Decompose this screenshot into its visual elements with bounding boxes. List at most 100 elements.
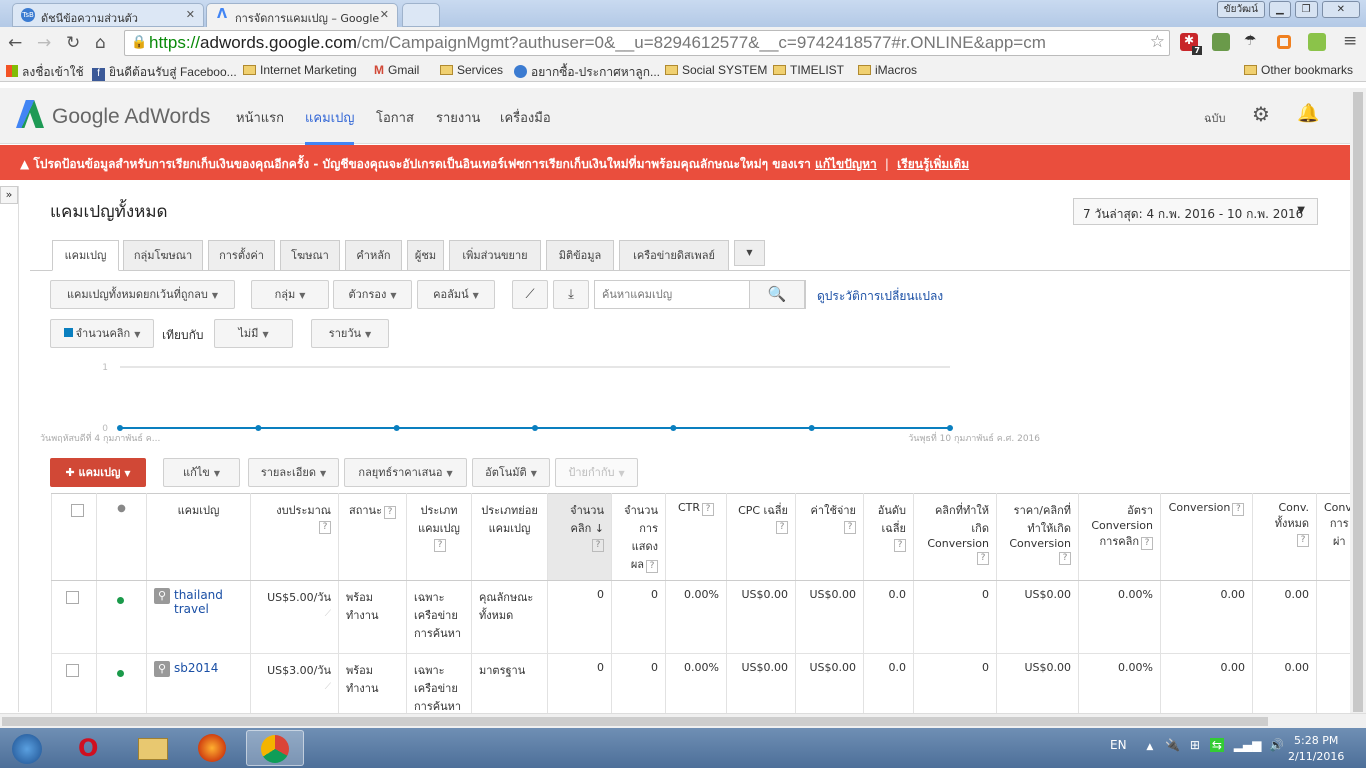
tab-settings[interactable]: การตั้งค่า bbox=[208, 240, 275, 271]
campaign-status-filter[interactable]: แคมเปญทั้งหมดยกเว้นที่ถูกลบ ▼ bbox=[50, 280, 235, 309]
col-campaign-subtype[interactable]: ประเภทย่อยแคมเปญ bbox=[471, 493, 548, 581]
nav-opportunities[interactable]: โอกาส bbox=[376, 107, 414, 128]
adwords-logo[interactable]: Google AdWords bbox=[16, 100, 210, 129]
explorer-taskbar-icon[interactable] bbox=[124, 730, 182, 766]
browser-tab-active[interactable]: Λ การจัดการแคมเปญ – Google ✕ bbox=[206, 3, 398, 27]
automate-button[interactable]: อัตโนมัติ ▼ bbox=[472, 458, 550, 487]
nav-tools[interactable]: เครื่องมือ bbox=[500, 107, 551, 128]
col-all-conversions[interactable]: Conv. ทั้งหมด? bbox=[1252, 493, 1317, 581]
chat-extension-icon[interactable] bbox=[1277, 35, 1291, 49]
start-button[interactable] bbox=[2, 730, 52, 766]
columns-button[interactable]: คอลัมน์ ▼ bbox=[417, 280, 495, 309]
bookmark-folder[interactable]: Services bbox=[440, 63, 503, 77]
bookmark-item[interactable]: ลงชื่อเข้าใช้ bbox=[6, 63, 84, 82]
help-icon[interactable]: ? bbox=[702, 503, 715, 516]
bookmark-item[interactable]: อยากซื้อ-ประกาศหาลูก... bbox=[514, 63, 660, 82]
clock[interactable]: 5:28 PM 2/11/2016 bbox=[1288, 733, 1344, 765]
help-icon[interactable]: ? bbox=[319, 521, 331, 534]
horizontal-scrollbar[interactable] bbox=[0, 713, 1366, 728]
new-tab-button[interactable] bbox=[402, 3, 440, 27]
compare-selector[interactable]: ไม่มี ▼ bbox=[214, 319, 293, 348]
help-icon[interactable]: ? bbox=[894, 539, 906, 552]
chart-metric-selector[interactable]: จำนวนคลิก ▼ bbox=[50, 319, 154, 348]
firefox-taskbar-icon[interactable] bbox=[184, 730, 242, 766]
bookmark-star-icon[interactable]: ☆ bbox=[1150, 32, 1165, 52]
signal-icon[interactable]: ▂▄▆ bbox=[1234, 738, 1262, 752]
fix-problem-link[interactable]: แก้ไขปัญหา bbox=[815, 157, 877, 171]
budget-chart-icon[interactable]: ⟋ bbox=[325, 682, 331, 692]
period-selector[interactable]: รายวัน ▼ bbox=[311, 319, 389, 348]
tab-keywords[interactable]: คำหลัก bbox=[345, 240, 402, 271]
chrome-taskbar-icon[interactable] bbox=[246, 730, 304, 766]
help-icon[interactable]: ? bbox=[1297, 534, 1309, 547]
opera-taskbar-icon[interactable]: O bbox=[62, 730, 120, 766]
vertical-scrollbar[interactable] bbox=[1350, 88, 1366, 713]
col-budget[interactable]: งบประมาณ? bbox=[250, 493, 339, 581]
help-icon[interactable]: ? bbox=[646, 560, 658, 573]
lastpass-extension-icon[interactable]: ✱ 7 bbox=[1180, 33, 1202, 55]
col-impressions[interactable]: จำนวนการแสดงผล? bbox=[611, 493, 666, 581]
reload-icon[interactable]: ↻ bbox=[66, 33, 80, 53]
close-tab-icon[interactable]: ✕ bbox=[186, 8, 195, 21]
col-converted-clicks[interactable]: คลิกที่ทำให้เกิด Conversion? bbox=[913, 493, 997, 581]
segment-button[interactable]: กลุ่ม ▼ bbox=[251, 280, 329, 309]
url-input[interactable]: 🔒 https://adwords.google.com/cm/CampaignM… bbox=[124, 30, 1170, 56]
search-input[interactable] bbox=[595, 281, 751, 308]
close-tab-icon[interactable]: ✕ bbox=[380, 8, 389, 21]
change-history-link[interactable]: ดูประวัติการเปลี่ยนแปลง bbox=[817, 287, 943, 306]
restore-icon[interactable]: ❐ bbox=[1294, 1, 1318, 18]
nav-home[interactable]: หน้าแรก bbox=[236, 107, 284, 128]
tab-display-network[interactable]: เครือข่ายดิสเพลย์ bbox=[619, 240, 729, 271]
col-clicks[interactable]: จำนวนคลิก ↓? bbox=[547, 493, 612, 581]
col-click-conversion-rate[interactable]: อัตรา Conversion การคลิก? bbox=[1078, 493, 1161, 581]
bookmark-folder[interactable]: iMacros bbox=[858, 63, 917, 77]
scrollbar-thumb[interactable] bbox=[2, 717, 1268, 726]
budget-cell[interactable]: US$5.00/วัน ⟋ bbox=[250, 580, 339, 654]
more-tabs-dropdown[interactable]: ▼ bbox=[734, 240, 765, 266]
bookmark-item[interactable]: M Gmail bbox=[374, 63, 419, 77]
help-icon[interactable]: ? bbox=[592, 539, 604, 552]
windows-flag-icon[interactable]: ⊞ bbox=[1190, 738, 1200, 752]
col-avg-cpc[interactable]: CPC เฉลี่ย? bbox=[726, 493, 796, 581]
scrollbar-thumb[interactable] bbox=[1353, 92, 1363, 712]
learn-more-link[interactable]: เรียนรู้เพิ่มเติม bbox=[897, 157, 969, 171]
help-icon[interactable]: ? bbox=[1141, 537, 1153, 550]
power-icon[interactable]: 🔌 bbox=[1165, 738, 1180, 752]
tab-dimensions[interactable]: มิติข้อมูล bbox=[546, 240, 614, 271]
tab-campaigns[interactable]: แคมเปญ bbox=[52, 240, 119, 271]
col-campaign-type[interactable]: ประเภทแคมเปญ? bbox=[406, 493, 472, 581]
close-window-icon[interactable]: ✕ bbox=[1321, 1, 1360, 18]
col-avg-position[interactable]: อันดับเฉลี่ย? bbox=[863, 493, 914, 581]
expand-sidebar-icon[interactable]: » bbox=[0, 186, 18, 204]
help-icon[interactable]: ? bbox=[977, 552, 989, 565]
volume-icon[interactable]: 🔊 bbox=[1269, 738, 1284, 752]
budget-chart-icon[interactable]: ⟋ bbox=[325, 609, 331, 619]
umbrella-extension-icon[interactable]: ☂ bbox=[1244, 33, 1262, 51]
col-status[interactable]: สถานะ? bbox=[338, 493, 407, 581]
notifications-bell-icon[interactable]: 🔔 bbox=[1297, 103, 1319, 124]
sync-icon[interactable]: ⇆ bbox=[1209, 738, 1224, 752]
campaign-link[interactable]: sb2014 bbox=[174, 661, 234, 675]
col-cost[interactable]: ค่าใช้จ่าย? bbox=[795, 493, 864, 581]
download-icon[interactable]: ⤓ bbox=[553, 280, 589, 309]
home-icon[interactable]: ⌂ bbox=[95, 33, 106, 53]
bookmark-folder[interactable]: Social SYSTEM bbox=[665, 63, 767, 77]
download-extension-icon[interactable] bbox=[1308, 33, 1326, 51]
select-all-checkbox[interactable] bbox=[51, 493, 97, 581]
help-icon[interactable]: ? bbox=[1059, 552, 1071, 565]
help-icon[interactable]: ? bbox=[434, 539, 446, 552]
details-button[interactable]: รายละเอียด ▼ bbox=[248, 458, 339, 487]
help-icon[interactable]: ? bbox=[383, 506, 396, 519]
tab-ad-extensions[interactable]: เพิ่มส่วนขยาย bbox=[449, 240, 541, 271]
nav-campaigns[interactable]: แคมเปญ bbox=[305, 107, 355, 145]
tab-ads[interactable]: โฆษณา bbox=[280, 240, 340, 271]
edit-button[interactable]: แก้ไข ▼ bbox=[163, 458, 240, 487]
language-indicator[interactable]: EN bbox=[1110, 738, 1127, 752]
search-icon[interactable]: 🔍 bbox=[749, 280, 805, 309]
account-label[interactable]: ฉบับ bbox=[1204, 109, 1225, 127]
profile-button[interactable]: ขัยวัฒน์ bbox=[1216, 1, 1265, 18]
col-conversions[interactable]: Conversion? bbox=[1160, 493, 1253, 581]
show-hidden-icons[interactable]: ▲ bbox=[1146, 742, 1153, 752]
bookmark-item[interactable]: f ยินดีต้อนรับสู่ Faceboo... bbox=[92, 63, 237, 82]
forward-icon[interactable]: → bbox=[37, 33, 51, 53]
